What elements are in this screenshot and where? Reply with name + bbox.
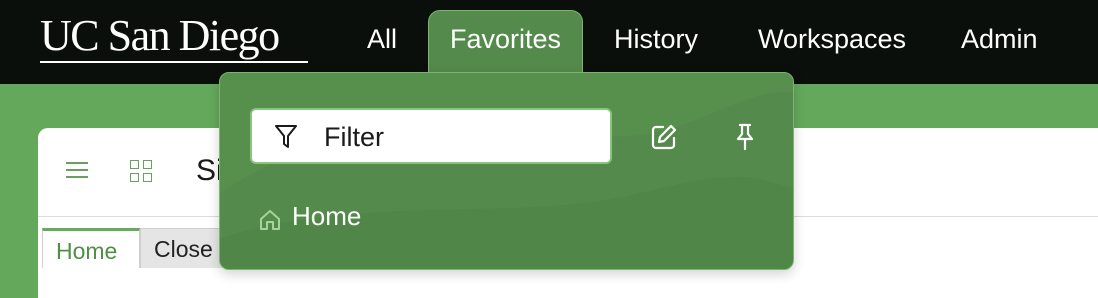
grid-icon[interactable] [130, 160, 154, 184]
nav-all[interactable]: All [367, 20, 397, 58]
nav-favorites[interactable]: Favorites [450, 20, 561, 58]
nav-admin[interactable]: Admin [961, 20, 1038, 58]
favorites-filter-input[interactable]: Filter [250, 108, 612, 164]
menu-icon[interactable] [66, 162, 88, 180]
uc-san-diego-logo[interactable]: UC San Diego [40, 10, 280, 62]
filter-icon [275, 125, 297, 148]
tab-home[interactable]: Home [42, 228, 140, 268]
nav-history[interactable]: History [614, 20, 698, 58]
home-icon [260, 210, 280, 230]
filter-placeholder: Filter [324, 122, 384, 152]
nav-workspaces[interactable]: Workspaces [758, 20, 906, 58]
pin-icon[interactable] [734, 123, 756, 151]
edit-icon[interactable] [650, 123, 678, 151]
logo-underline [40, 61, 308, 63]
favorites-dropdown: Filter Home [219, 72, 794, 270]
background-waves [220, 73, 793, 269]
favorite-item-home-label: Home [292, 201, 362, 231]
